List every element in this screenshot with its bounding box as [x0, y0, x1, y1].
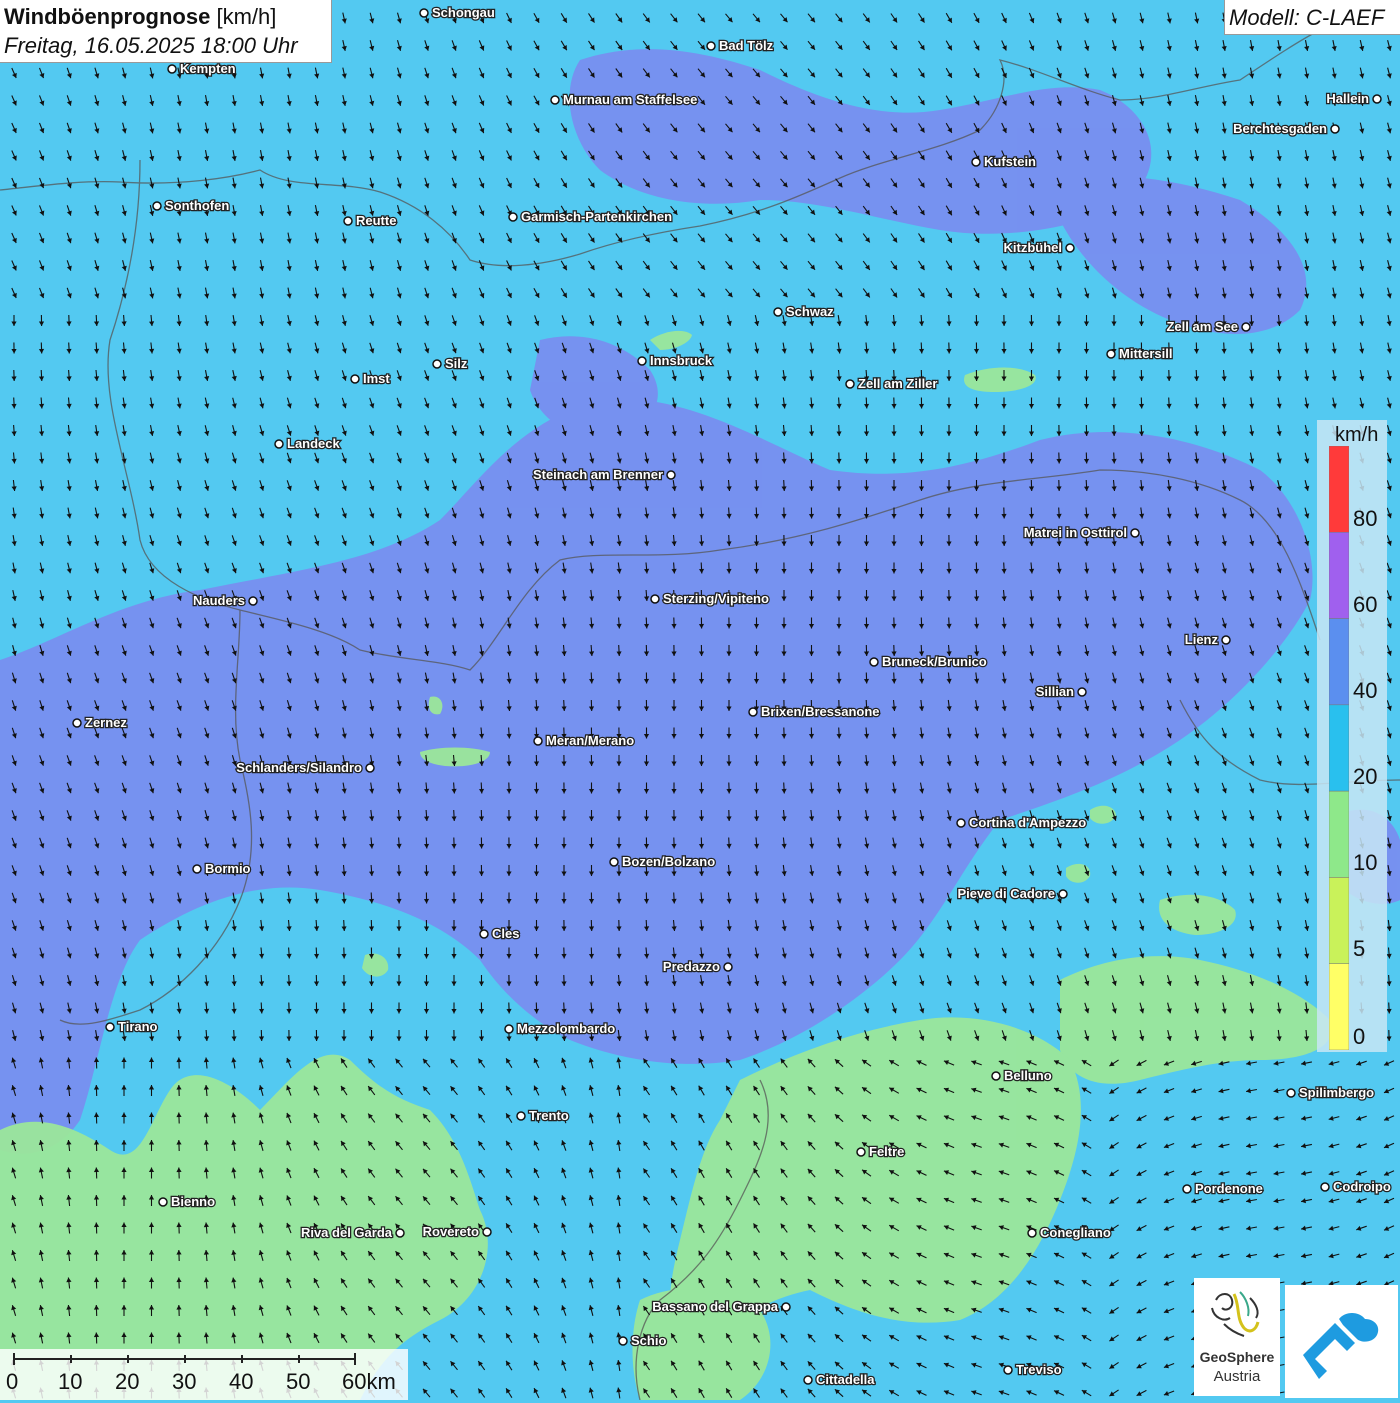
- wind-gust-map: SchongauBad TölzKemptenMurnau am Staffel…: [0, 0, 1400, 1400]
